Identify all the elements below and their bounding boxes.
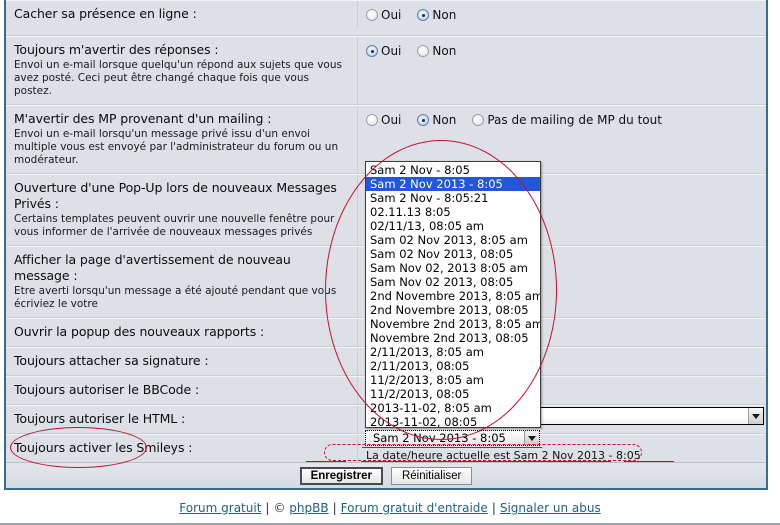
preference-control-cell: Oui Non — [358, 1, 766, 30]
date-format-option[interactable]: 2nd Novembre 2013, 08:05 — [366, 303, 540, 317]
date-format-option[interactable]: Sam 2 Nov - 8:05:21 — [366, 191, 540, 205]
form-actions: Enregistrer Réinitialiser — [6, 462, 766, 488]
radio-button-unchecked[interactable] — [472, 114, 485, 126]
footer-separator: | — [332, 500, 337, 515]
date-format-option[interactable]: Novembre 2nd 2013, 8:05 am — [366, 317, 540, 331]
footer-separator: | — [265, 500, 270, 515]
date-format-option[interactable]: 02.11.13 8:05 — [366, 205, 540, 219]
radio-option[interactable]: Pas de mailing de MP du tout — [472, 113, 662, 127]
preference-description: Certains templates peuvent ouvrir une no… — [14, 213, 335, 238]
preference-row: Toujours m'avertir des réponses : Envoi u… — [6, 36, 766, 105]
preference-label: Ouvrir la popup des nouveaux rapports : — [14, 324, 265, 339]
radio-button-checked[interactable] — [417, 9, 430, 21]
date-format-dropdown-list[interactable]: Sam 2 Nov - 8:05 Sam 2 Nov 2013 - 8:05 Sam… — [365, 161, 541, 428]
current-date-note: La date/heure actuelle est Sam 2 Nov 201… — [366, 449, 641, 462]
footer-link[interactable]: Signaler un abus — [500, 501, 601, 515]
radio-option[interactable]: Non — [417, 113, 456, 127]
radio-option-label: Non — [432, 44, 457, 58]
preference-label: Toujours autoriser le HTML : — [14, 411, 186, 426]
date-format-option[interactable]: Sam Nov 02 2013, 08:05 — [366, 275, 540, 289]
radio-option[interactable]: Oui — [366, 44, 401, 58]
date-format-option[interactable]: Sam 02 Nov 2013, 08:05 — [366, 247, 540, 261]
radio-button-checked[interactable] — [417, 114, 430, 126]
date-format-option[interactable]: 2nd Novembre 2013, 8:05 am — [366, 289, 540, 303]
date-format-option[interactable]: Sam 2 Nov - 8:05 — [366, 163, 540, 177]
preference-label: Ouverture d'une Pop-Up lors de nouveaux … — [14, 180, 337, 211]
date-format-select-value: Sam 2 Nov 2013 - 8:05 — [373, 431, 506, 445]
copyright-icon: © — [273, 500, 290, 515]
preference-control-cell: Oui Non Pas de mailing de MP du tout — [358, 106, 766, 135]
radio-button-unchecked[interactable] — [417, 45, 430, 57]
date-format-option[interactable]: 2013-11-02, 08:05 — [366, 415, 540, 427]
preference-label-cell: Toujours autoriser le BBCode : — [6, 377, 358, 404]
preference-label: M'avertir des MP provenant d'un mailing … — [14, 111, 272, 126]
date-format-option[interactable]: 2/11/2013, 8:05 am — [366, 345, 540, 359]
preferences-page: ...tateurs par emailCacher sa présence e… — [0, 0, 780, 525]
radio-option-label: Pas de mailing de MP du tout — [487, 113, 662, 127]
footer-link[interactable]: Forum gratuit d'entraide — [341, 501, 488, 515]
footer-links: Forum gratuit | © phpBB | Forum gratuit d'en… — [179, 501, 600, 515]
radio-button-unchecked[interactable] — [366, 9, 378, 21]
preference-label: Toujours activer les Smileys : — [14, 440, 193, 455]
radio-option[interactable]: Oui — [366, 8, 401, 22]
preference-label-cell: Toujours attacher sa signature : — [6, 348, 358, 375]
radio-option-label: Non — [432, 113, 457, 127]
radio-group: Oui Non Pas de mailing de MP du tout — [366, 111, 758, 129]
preference-description: Envoi un e-mail lorsque quelqu'un répond… — [14, 59, 342, 97]
preference-description: Envoi un e-mail lorsqu'un message privé … — [14, 128, 339, 166]
radio-option-label: Oui — [381, 8, 402, 22]
preference-label-cell: Cacher sa présence en ligne : — [6, 1, 358, 28]
preference-control-cell: Oui Non — [358, 37, 766, 66]
chevron-down-icon — [528, 435, 536, 441]
preference-label: Toujours autoriser le BBCode : — [14, 382, 200, 397]
radio-button-checked[interactable] — [366, 45, 378, 57]
reset-button[interactable]: Réinitialiser — [390, 466, 473, 485]
page-footer: Forum gratuit | © phpBB | Forum gratuit d'en… — [0, 492, 780, 525]
preference-label-cell: Ouverture d'une Pop-Up lors de nouveaux … — [6, 175, 358, 245]
preference-label-cell: Toujours autoriser le HTML : — [6, 406, 358, 433]
radio-option[interactable]: Non — [417, 8, 456, 22]
date-format-dropdown-arrow[interactable] — [524, 431, 539, 445]
radio-option[interactable]: Non — [417, 44, 456, 58]
timezone-dropdown-arrow[interactable] — [748, 408, 763, 424]
preference-label: Toujours attacher sa signature : — [14, 353, 209, 368]
preference-label-cell: Toujours m'avertir des réponses : Envoi u… — [6, 37, 358, 104]
preferences-panel: ...tateurs par emailCacher sa présence e… — [4, 0, 768, 490]
radio-option-label: Oui — [381, 44, 402, 58]
date-format-option[interactable]: 2013-11-02, 8:05 am — [366, 401, 540, 415]
footer-separator: | — [491, 500, 496, 515]
preference-label: Toujours m'avertir des réponses : — [14, 42, 219, 57]
preference-label: Cacher sa présence en ligne : — [14, 6, 197, 21]
preference-label-cell: M'avertir des MP provenant d'un mailing … — [6, 106, 358, 173]
date-format-option[interactable]: 2/11/2013, 08:05 — [366, 359, 540, 373]
radio-option[interactable]: Oui — [366, 113, 401, 127]
date-format-option[interactable]: Sam Nov 02, 2013 8:05 am — [366, 261, 540, 275]
radio-button-unchecked[interactable] — [366, 114, 378, 126]
preference-label-cell: Afficher la page d'avertissement de nouv… — [6, 247, 358, 317]
save-button[interactable]: Enregistrer — [299, 466, 383, 485]
date-format-option[interactable]: Novembre 2nd 2013, 08:05 — [366, 331, 540, 345]
date-format-select[interactable]: Sam 2 Nov 2013 - 8:05 — [365, 430, 540, 446]
chevron-down-icon — [752, 413, 760, 419]
radio-group: Oui Non — [366, 6, 758, 24]
footer-link[interactable]: Forum gratuit — [179, 501, 261, 515]
preference-row: Cacher sa présence en ligne : Oui Non — [6, 0, 766, 36]
radio-group: Oui Non — [366, 42, 758, 60]
date-format-option[interactable]: 02/11/13, 08:05 am — [366, 219, 540, 233]
preference-label: Afficher la page d'avertissement de nouv… — [14, 252, 291, 283]
date-format-option[interactable]: 11/2/2013, 08:05 — [366, 387, 540, 401]
preference-description: Etre averti lorsqu'un message a été ajou… — [14, 285, 337, 310]
preference-label-cell: Toujours activer les Smileys : — [6, 435, 358, 462]
radio-option-label: Oui — [381, 113, 402, 127]
radio-option-label: Non — [432, 8, 457, 22]
date-format-option[interactable]: Sam 02 Nov 2013, 8:05 am — [366, 233, 540, 247]
footer-link[interactable]: phpBB — [289, 501, 328, 515]
date-format-option[interactable]: 11/2/2013, 8:05 am — [366, 373, 540, 387]
date-format-option[interactable]: Sam 2 Nov 2013 - 8:05 — [366, 177, 540, 191]
preference-label-cell: Ouvrir la popup des nouveaux rapports : — [6, 319, 358, 346]
